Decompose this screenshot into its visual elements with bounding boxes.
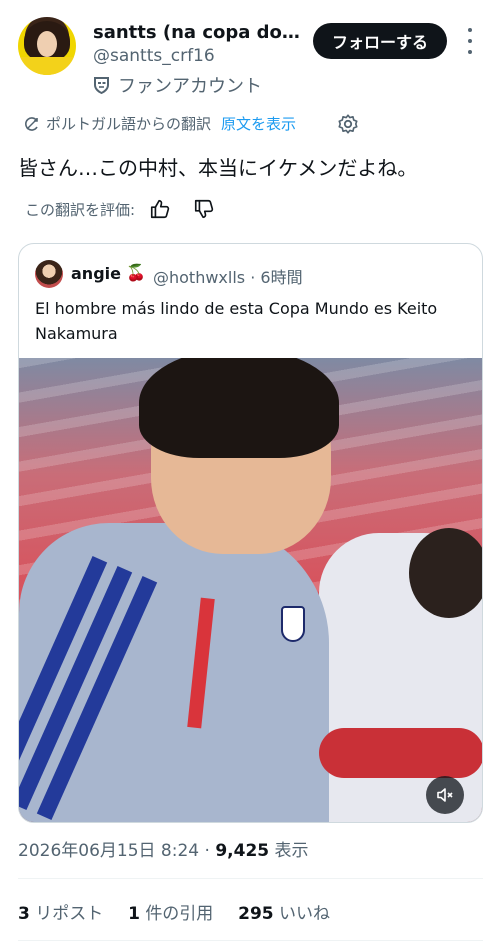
rate-translation-row: この翻訳を評価: [25,198,215,220]
quoted-author-avatar[interactable] [35,260,63,288]
quoted-author-name[interactable]: angie [71,264,121,283]
quoted-tweet-text: El hombre más lindo de esta Copa Mundo e… [35,299,438,343]
author-handle[interactable]: @santts_crf16 [93,46,215,66]
likes-stat[interactable]: 295 いいね [238,904,330,924]
thumbs-up-icon[interactable] [149,198,171,220]
fan-account-label: ファンアカウント [93,72,262,98]
rate-translation-label: この翻訳を評価: [25,200,136,219]
tweet-meta: 2026年06月15日 8:24 · 9,425 表示 [18,836,309,861]
gear-icon[interactable] [337,113,359,135]
thumbs-down-icon[interactable] [193,198,215,220]
translate-icon [25,116,38,131]
avatar-shirt [18,57,76,75]
fan-label-text: ファンアカウント [118,76,262,97]
likes-label: いいね [279,904,331,924]
reposts-count: 3 [18,904,30,924]
divider [18,940,483,941]
more-icon[interactable] [462,28,478,54]
tweet-text: 皆さん…この中村、本当にイケメンだよね。 [18,156,418,180]
translation-bar: ポルトガル語からの翻訳 原文を表示 [24,113,296,134]
follow-button[interactable]: フォローする [313,23,447,59]
mute-icon [437,788,453,802]
player-arm [319,728,482,778]
quoted-video[interactable] [19,358,482,822]
quoted-author-handle[interactable]: @hothwxlls [153,268,245,287]
player-hair [139,358,339,458]
cherry-emoji: 🍒 [126,263,146,282]
translation-source: ポルトガル語からの翻訳 [46,115,212,133]
views-count: 9,425 [215,841,270,861]
team-crest [281,606,305,642]
show-original-link[interactable]: 原文を表示 [221,113,296,134]
views-label: 表示 [274,841,309,861]
reposts-stat[interactable]: 3 リポスト [18,904,103,924]
quotes-count: 1 [128,904,140,924]
engagement-stats: 3 リポスト 1 件の引用 295 いいね [18,899,330,924]
quoted-tweet-time[interactable]: · 6時間 [250,268,302,287]
likes-count: 295 [238,904,274,924]
mute-button[interactable] [426,776,464,814]
author-display-name[interactable]: santts (na copa do m... [93,22,303,43]
divider [18,878,483,879]
quoted-author-handle-time: @hothwxlls · 6時間 [153,264,303,288]
reposts-label: リポスト [35,904,104,924]
mask-icon [94,77,109,94]
author-avatar[interactable] [18,17,76,75]
quotes-label: 件の引用 [145,904,214,924]
quotes-stat[interactable]: 1 件の引用 [128,904,213,924]
avatar-face [37,31,57,57]
background-player-head [409,528,482,618]
quoted-tweet-card[interactable]: angie 🍒 @hothwxlls · 6時間 El hombre más l… [18,243,483,823]
tweet-timestamp[interactable]: 2026年06月15日 8:24 · [18,841,210,861]
